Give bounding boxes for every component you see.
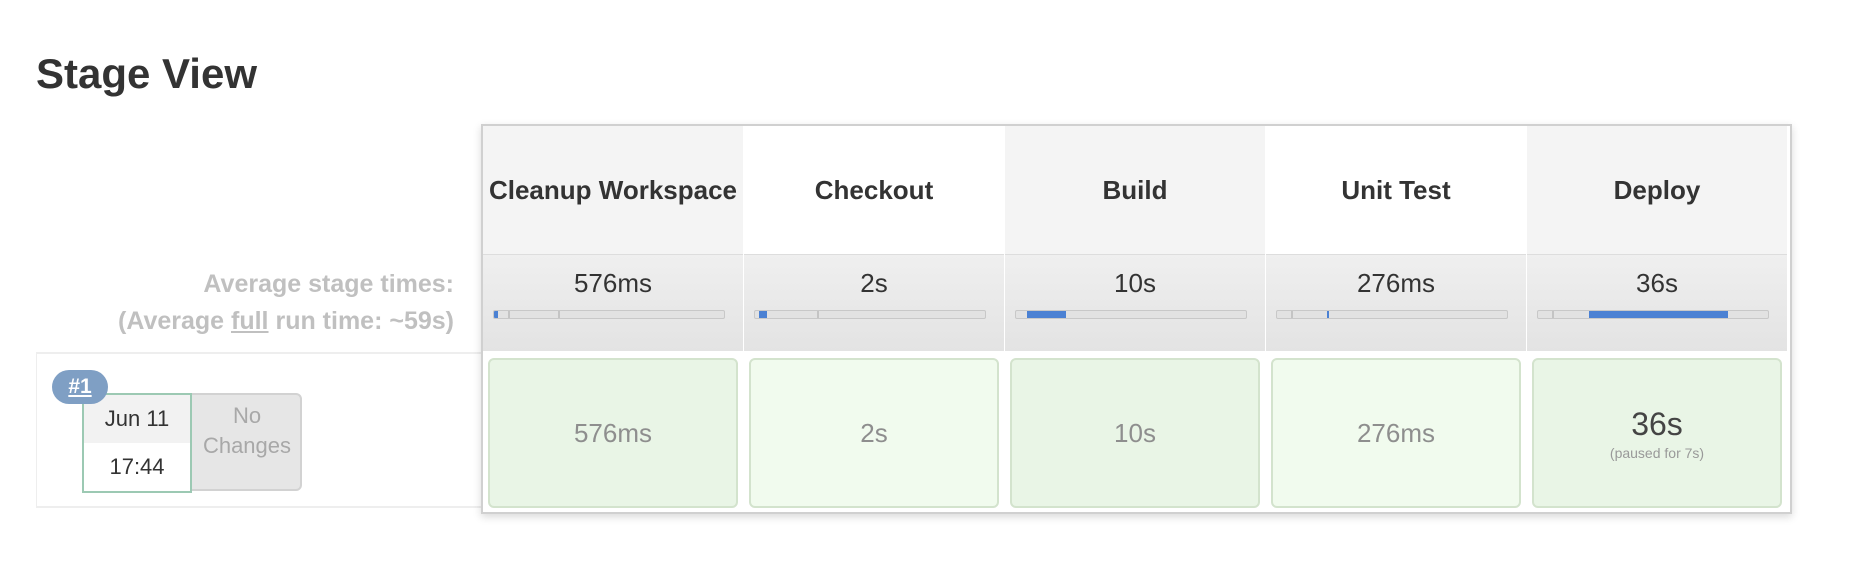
build-number-badge[interactable]: #1 [52, 370, 108, 404]
average-full-prefix: (Average [118, 307, 232, 335]
stage-table: Cleanup Workspace 576ms 576ms Checkout 2… [481, 124, 1792, 514]
stage-header: Checkout [814, 175, 934, 205]
stage-column: Build 10s 10s [1005, 126, 1265, 512]
stage-header: Unit Test [1341, 175, 1451, 205]
stage-progress-bar [1537, 310, 1769, 319]
stage-header: Cleanup Workspace [483, 126, 743, 254]
stage-average-time: 10s [1114, 268, 1156, 298]
stage-cell-paused-note: (paused for 7s) [1609, 444, 1705, 461]
stage-cell[interactable]: 10s [1010, 358, 1260, 508]
page-title: Stage View [36, 50, 257, 97]
stage-cell-time: 576ms [573, 417, 653, 448]
bar-fill [759, 311, 767, 318]
stage-cell-time: 10s [1114, 417, 1156, 448]
bar-tick [558, 311, 560, 318]
stage-header: Build [1005, 126, 1265, 254]
stage-average-time: 36s [1636, 268, 1678, 298]
bar-fill [1589, 311, 1728, 318]
stage-cell[interactable]: 2s [749, 358, 999, 508]
bar-tick [817, 311, 819, 318]
build-date: Jun 11 [84, 395, 190, 443]
stage-progress-bar [493, 310, 725, 319]
stage-cell-time: 36s [1631, 405, 1683, 442]
bar-tick [1291, 311, 1293, 318]
stage-view-page: Stage View Average stage times: (Average… [0, 0, 1874, 562]
build-time: 17:44 [109, 454, 165, 479]
bar-fill [494, 311, 498, 318]
stage-column: Deploy 36s 36s (paused for 7s) [1527, 126, 1787, 512]
stage-column: Unit Test 276ms 276ms [1266, 126, 1526, 512]
stage-column: Cleanup Workspace 576ms 576ms [483, 126, 743, 512]
average-full-run-time-label: (Average full run time: ~59s) [40, 307, 454, 336]
average-stage-times-label: Average stage times: [203, 270, 454, 298]
bar-fill [1327, 311, 1329, 318]
stage-average-time: 576ms [573, 268, 653, 298]
bar-tick [508, 311, 510, 318]
stage-average-time: 2s [860, 268, 888, 298]
stage-progress-bar [1276, 310, 1508, 319]
stage-progress-bar [1015, 310, 1247, 319]
average-full-suffix: run time: ~59s) [268, 307, 454, 335]
stage-cell[interactable]: 576ms [488, 358, 738, 508]
stage-column: Checkout 2s 2s [744, 126, 1004, 512]
stage-header: Deploy [1527, 126, 1787, 254]
stage-cell[interactable]: 36s (paused for 7s) [1532, 358, 1782, 508]
build-date-box[interactable]: Jun 11 17:44 [82, 393, 192, 493]
bar-fill [1027, 311, 1066, 318]
stage-cell-time: 2s [860, 417, 888, 448]
stage-cell-time: 276ms [1356, 417, 1436, 448]
stage-progress-bar [754, 310, 986, 319]
bar-tick [1552, 311, 1554, 318]
stage-cell[interactable]: 276ms [1271, 358, 1521, 508]
average-full-link[interactable]: full [231, 307, 269, 335]
stage-average-time: 276ms [1356, 268, 1436, 298]
